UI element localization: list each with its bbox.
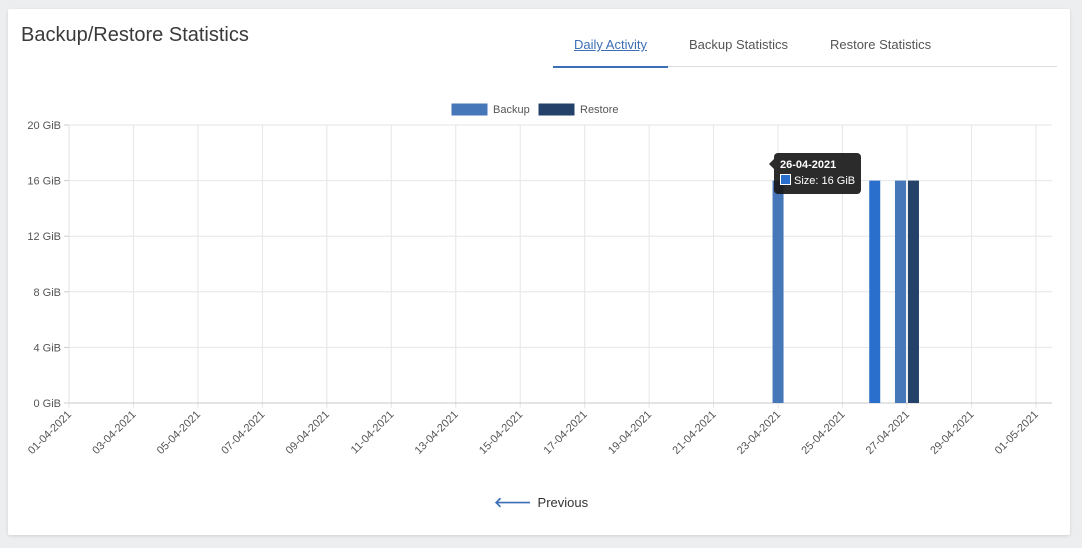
x-tick-label: 25-04-2021	[799, 409, 847, 457]
x-tick-label: 17-04-2021	[542, 409, 590, 457]
x-tick-label: 07-04-2021	[219, 409, 267, 457]
bar-backup	[894, 180, 906, 403]
y-tick-label: 16 GiB	[27, 176, 61, 188]
y-tick-label: 12 GiB	[27, 231, 61, 243]
daily-activity-chart: 0 GiB 4 GiB 8 GiB 12 GiB 16 GiB 20 GiB 01-04-2…	[26, 102, 1052, 457]
previous-button[interactable]: 🡐 Previous	[494, 494, 588, 511]
x-tick-label: 03-04-2021	[90, 409, 138, 457]
x-tick-label: 27-04-2021	[864, 409, 912, 457]
tooltip-body: Size: 16 GiB	[794, 175, 856, 187]
tooltip-row: Size: 16 GiB	[780, 173, 855, 189]
x-tick-label: 29-04-2021	[928, 409, 976, 457]
chart-tooltip: 26-04-2021 Size: 16 GiB	[769, 153, 862, 194]
tooltip-caret	[769, 159, 774, 169]
y-tick-label: 0 GiB	[33, 398, 61, 410]
x-tick-label: 15-04-2021	[477, 409, 525, 457]
bar-backup	[869, 180, 881, 403]
y-tick-label: 4 GiB	[33, 342, 61, 354]
y-tick-label: 8 GiB	[33, 287, 61, 299]
x-tick-label: 09-04-2021	[284, 409, 332, 457]
x-tick-label: 19-04-2021	[606, 409, 654, 457]
bar-restore	[907, 180, 919, 403]
y-tick-label: 20 GiB	[27, 120, 61, 132]
x-tick-label: 11-04-2021	[349, 409, 397, 457]
x-tick-label: 13-04-2021	[413, 409, 461, 457]
arrow-left-icon: 🡐	[494, 494, 532, 510]
legend-swatch-restore	[537, 102, 576, 117]
tooltip-title: 26-04-2021	[780, 159, 837, 171]
x-tick-label: 23-04-2021	[735, 409, 783, 457]
x-tick-label: 21-04-2021	[670, 409, 718, 457]
x-tick-label: 01-05-2021	[993, 409, 1041, 457]
bar-backup	[772, 180, 784, 403]
legend-swatch-backup	[450, 102, 489, 117]
x-tick-label: 05-04-2021	[155, 409, 203, 457]
legend-label-backup: Backup	[493, 104, 530, 116]
legend-label-restore: Restore	[580, 104, 619, 116]
previous-label: Previous	[537, 495, 589, 510]
tooltip-swatch	[780, 174, 791, 185]
x-tick-label: 01-04-2021	[26, 409, 74, 457]
